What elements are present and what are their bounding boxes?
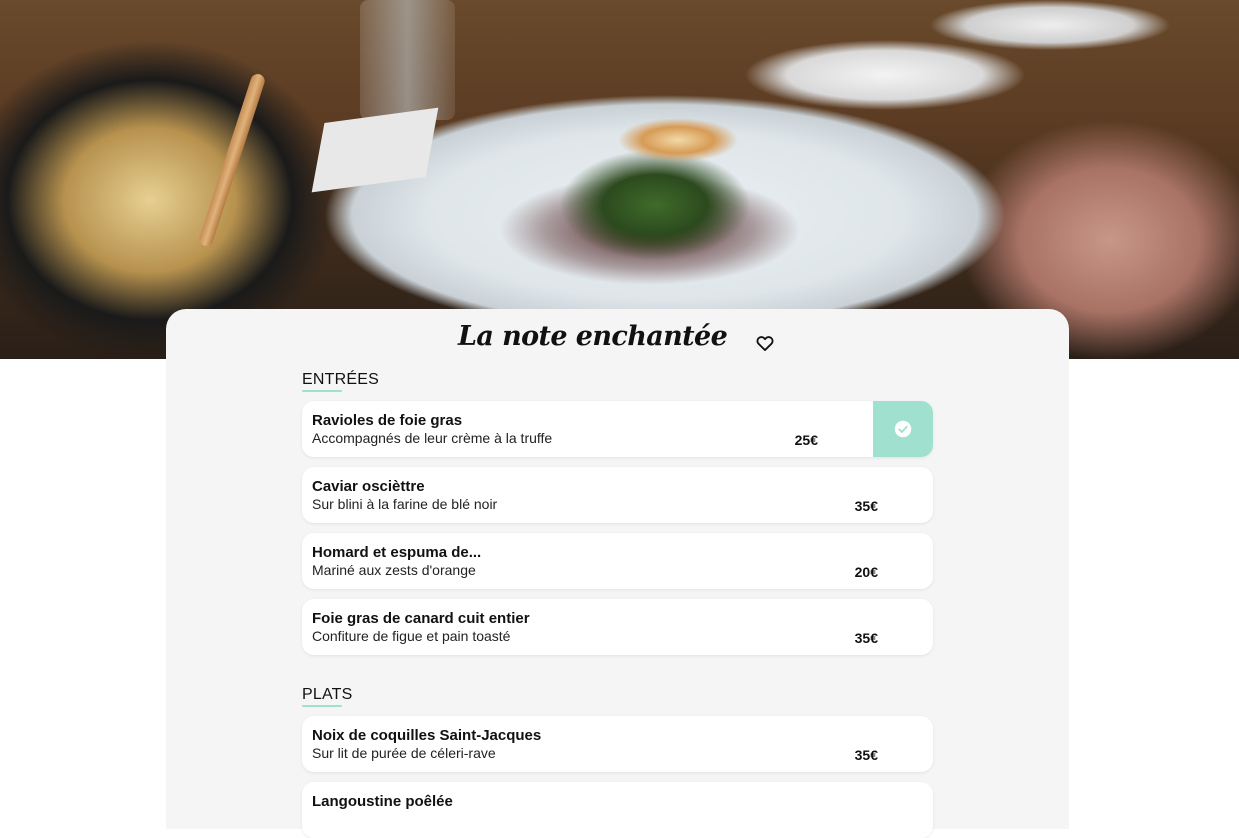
section-title-plats: PLATS bbox=[302, 686, 353, 703]
menu-item-name: Homard et espuma de... bbox=[312, 544, 482, 561]
section-title-entrees: ENTRÉES bbox=[302, 371, 379, 388]
menu-item[interactable]: Langoustine poêlée bbox=[302, 782, 933, 838]
hero-image bbox=[0, 0, 1239, 359]
menu-item-description: Confiture de figue et pain toasté bbox=[312, 628, 511, 644]
menu-item-price: 35€ bbox=[854, 747, 878, 763]
menu-item-description: Mariné aux zests d'orange bbox=[312, 562, 476, 578]
menu-item[interactable]: Homard et espuma de... Mariné aux zests … bbox=[302, 533, 933, 589]
menu-item[interactable]: Caviar oscièttre Sur blini à la farine d… bbox=[302, 467, 933, 523]
menu-item[interactable]: Ravioles de foie gras Accompagnés de leu… bbox=[302, 401, 933, 457]
menu-item-price: 35€ bbox=[854, 498, 878, 514]
menu-item-name: Caviar oscièttre bbox=[312, 478, 425, 495]
menu-item[interactable]: Noix de coquilles Saint-Jacques Sur lit … bbox=[302, 716, 933, 772]
glass-decoration bbox=[360, 0, 455, 120]
menu-item-name: Foie gras de canard cuit entier bbox=[312, 610, 530, 627]
breadstick-decoration bbox=[197, 72, 267, 248]
restaurant-name: La note enchantée bbox=[458, 321, 728, 352]
menu-item-description: Sur blini à la farine de blé noir bbox=[312, 496, 498, 512]
selected-indicator[interactable] bbox=[873, 401, 933, 457]
menu-item-description: Accompagnés de leur crème à la truffe bbox=[312, 430, 553, 446]
menu-item-price: 35€ bbox=[854, 630, 878, 646]
heart-outline-icon[interactable] bbox=[755, 333, 775, 353]
section-underline bbox=[302, 390, 342, 392]
menu-item-price: 20€ bbox=[854, 564, 878, 580]
menu-item-description: Sur lit de purée de céleri-rave bbox=[312, 745, 496, 761]
menu-item-name: Noix de coquilles Saint-Jacques bbox=[312, 727, 542, 744]
menu-item-name: Ravioles de foie gras bbox=[312, 412, 463, 429]
menu-item-price: 25€ bbox=[794, 432, 818, 448]
section-underline bbox=[302, 705, 342, 707]
check-circle-icon bbox=[894, 420, 912, 438]
menu-item[interactable]: Foie gras de canard cuit entier Confitur… bbox=[302, 599, 933, 655]
table-card-decoration bbox=[311, 107, 439, 193]
